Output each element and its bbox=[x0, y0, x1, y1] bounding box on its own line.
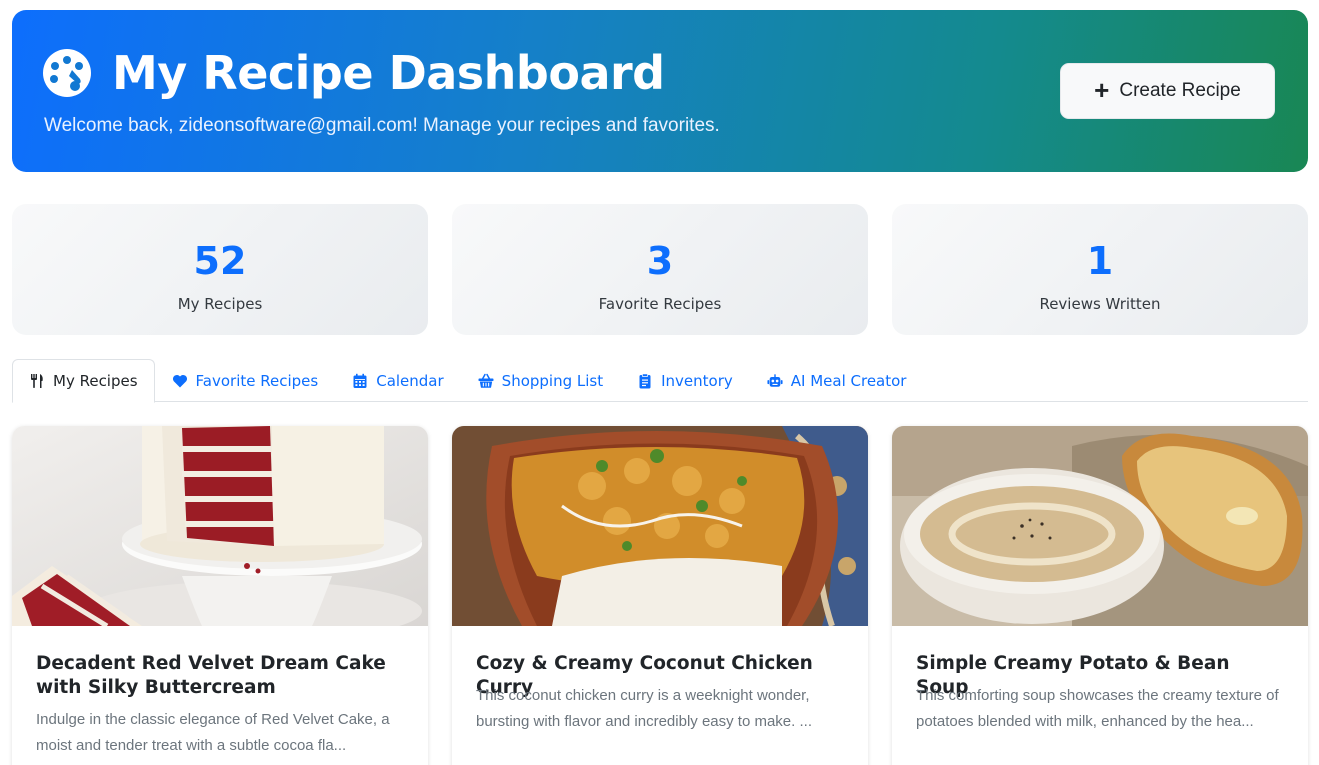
recipe-image[interactable] bbox=[452, 426, 868, 626]
palette-icon bbox=[43, 49, 91, 97]
stat-label: Reviews Written bbox=[1039, 295, 1161, 313]
header-title-row: My Recipe Dashboard bbox=[42, 48, 665, 98]
tab-label: My Recipes bbox=[53, 372, 138, 390]
recipe-image[interactable] bbox=[12, 426, 428, 626]
recipe-image[interactable] bbox=[892, 426, 1308, 626]
dashboard-header: My Recipe Dashboard Welcome back, zideon… bbox=[12, 10, 1308, 172]
stat-label: Favorite Recipes bbox=[598, 295, 722, 313]
tab-inventory[interactable]: Inventory bbox=[620, 359, 750, 402]
clipboard-icon bbox=[639, 372, 651, 388]
tab-ai-meal-creator[interactable]: AI Meal Creator bbox=[750, 359, 924, 402]
stat-card-my-recipes: 52 My Recipes bbox=[12, 204, 428, 335]
stat-value: 1 bbox=[1086, 239, 1114, 283]
tab-calendar[interactable]: Calendar bbox=[335, 359, 460, 402]
tab-label: AI Meal Creator bbox=[790, 371, 907, 390]
create-recipe-label: Create Recipe bbox=[1119, 80, 1241, 101]
create-recipe-button[interactable]: + Create Recipe bbox=[1060, 63, 1275, 119]
stat-card-favorite-recipes: 3 Favorite Recipes bbox=[452, 204, 868, 335]
basket-icon bbox=[478, 373, 494, 388]
stat-card-reviews-written: 1 Reviews Written bbox=[892, 204, 1308, 335]
tab-label: Favorite Recipes bbox=[195, 371, 319, 390]
recipe-description: This comforting soup showcases the cream… bbox=[916, 687, 1279, 730]
tab-label: Inventory bbox=[661, 371, 733, 390]
recipe-tabs: My Recipes Favorite Recipes Calendar Sho… bbox=[12, 359, 1308, 403]
utensils-icon bbox=[31, 374, 43, 388]
potato-bean-soup-image bbox=[892, 426, 1308, 626]
page-title: My Recipe Dashboard bbox=[112, 46, 665, 100]
recipe-card[interactable]: Simple Creamy Potato & Bean Soup This co… bbox=[892, 426, 1308, 765]
plus-icon: + bbox=[1094, 75, 1110, 105]
welcome-message: Welcome back, zideonsoftware@gmail.com! … bbox=[44, 115, 720, 136]
robot-icon bbox=[767, 373, 783, 387]
recipe-card[interactable]: Decadent Red Velvet Dream Cake with Silk… bbox=[12, 426, 428, 765]
stat-value: 52 bbox=[193, 239, 247, 283]
chicken-curry-image bbox=[452, 426, 868, 626]
stat-value: 3 bbox=[646, 239, 674, 283]
tab-my-recipes[interactable]: My Recipes bbox=[12, 359, 155, 403]
recipe-title[interactable]: Decadent Red Velvet Dream Cake with Silk… bbox=[36, 652, 404, 700]
heart-icon bbox=[172, 374, 187, 387]
tab-shopping-list[interactable]: Shopping List bbox=[461, 359, 620, 402]
calendar-icon bbox=[353, 373, 367, 388]
recipe-dashboard-page: My Recipe Dashboard Welcome back, zideon… bbox=[0, 0, 1319, 765]
recipe-description: This coconut chicken curry is a weeknigh… bbox=[476, 687, 812, 730]
stat-label: My Recipes bbox=[177, 295, 263, 313]
recipe-card[interactable]: Cozy & Creamy Coconut Chicken Curry This… bbox=[452, 426, 868, 765]
tab-label: Shopping List bbox=[501, 371, 604, 390]
tab-label: Calendar bbox=[376, 371, 444, 390]
tab-favorite-recipes[interactable]: Favorite Recipes bbox=[155, 359, 336, 402]
red-velvet-cake-image bbox=[12, 426, 428, 626]
recipe-description: Indulge in the classic elegance of Red V… bbox=[36, 711, 390, 754]
